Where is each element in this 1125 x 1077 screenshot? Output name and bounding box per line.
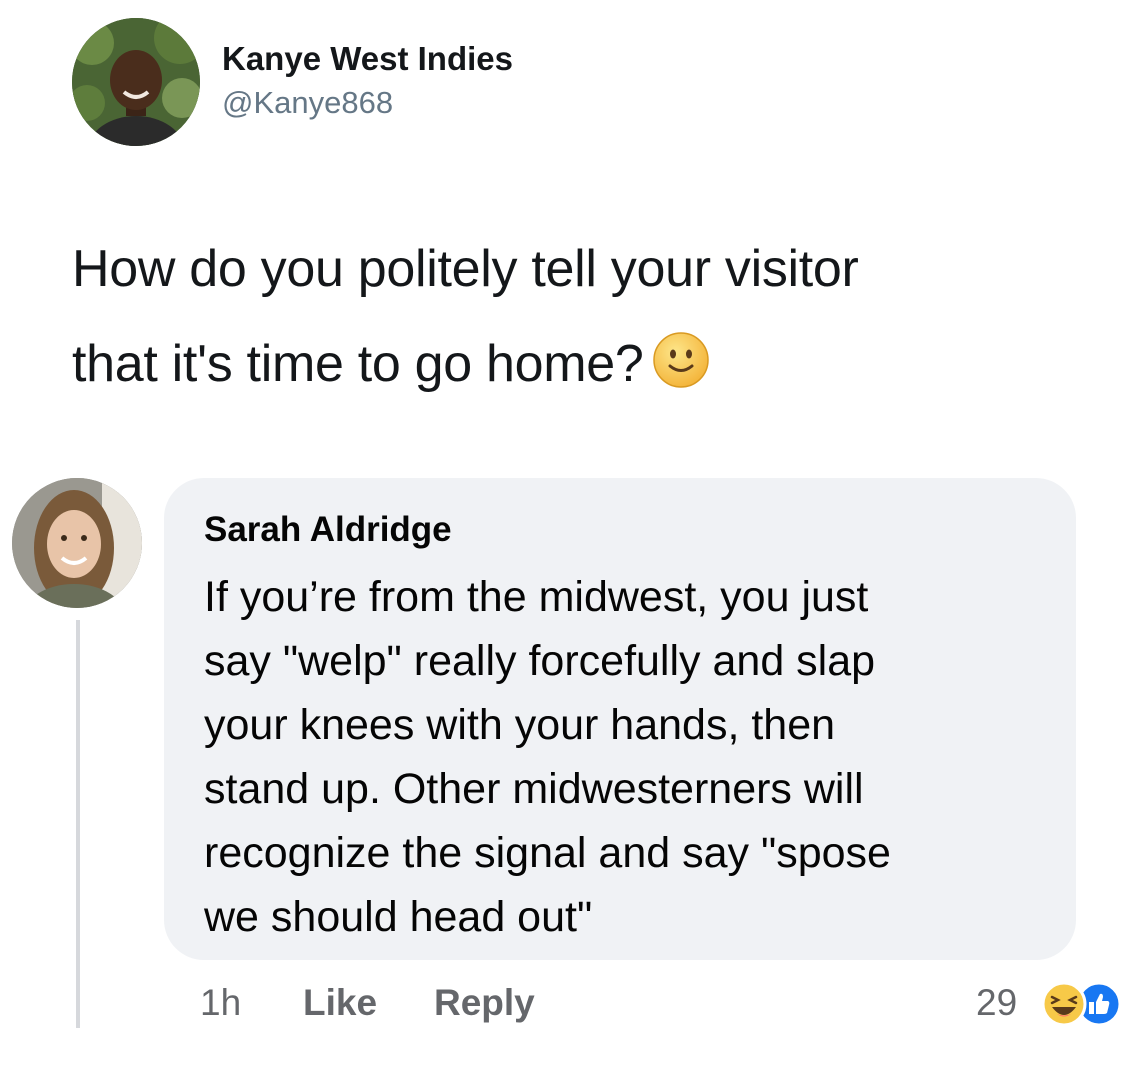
tweet-text-line: How do you politely tell your visitor xyxy=(72,240,859,298)
thread-line xyxy=(76,620,80,1028)
tweet-author-name[interactable]: Kanye West Indies xyxy=(222,40,513,78)
commenter-avatar[interactable] xyxy=(12,478,142,608)
comment-timestamp[interactable]: 1h xyxy=(200,978,241,1028)
slightly-smiling-face-icon xyxy=(652,332,709,388)
comment-text-line: say "welp" really forcefully and slap xyxy=(204,637,876,685)
comment-text-line: If you’re from the midwest, you just xyxy=(204,573,869,621)
comment-text: If you’re from the midwest, you just say… xyxy=(204,565,1040,949)
comment-text-line: recognize the signal and say "spose xyxy=(204,829,891,877)
comment-text-line: we should head out" xyxy=(204,893,593,941)
tweet-author-handle[interactable]: @Kanye868 xyxy=(222,85,393,121)
reaction-count: 29 xyxy=(976,982,1018,1023)
tweet-text: How do you politely tell your visitor th… xyxy=(72,222,1092,412)
comment-text-line: your knees with your hands, then xyxy=(204,701,836,749)
tweet-text-line: that it's time to go home? xyxy=(72,317,1092,412)
reaction-summary[interactable]: 29 xyxy=(976,978,1125,1028)
tweet-author-avatar[interactable] xyxy=(72,18,200,146)
like-button[interactable]: Like xyxy=(303,978,377,1028)
comment-bubble: Sarah Aldridge If you’re from the midwes… xyxy=(164,478,1076,960)
reply-button[interactable]: Reply xyxy=(434,978,535,1028)
commenter-name[interactable]: Sarah Aldridge xyxy=(204,506,1040,554)
haha-icon xyxy=(1041,981,1087,1027)
comment-text-line: stand up. Other midwesterners will xyxy=(204,765,864,813)
